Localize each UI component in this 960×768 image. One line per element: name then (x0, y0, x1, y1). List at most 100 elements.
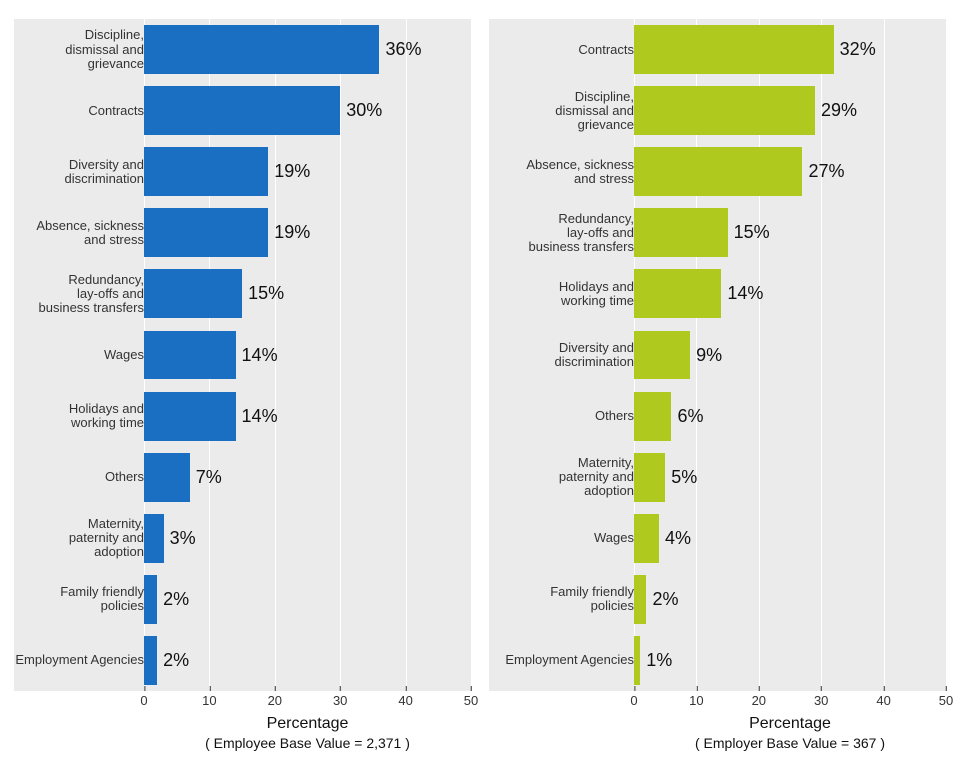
y-tick-label: Family friendly policies (60, 569, 144, 630)
y-tick-label: Holidays and working time (559, 263, 634, 324)
bar (144, 392, 236, 441)
x-tick: 0 (630, 693, 637, 708)
bar (634, 269, 721, 318)
bar (144, 269, 242, 318)
x-tick-label: 50 (464, 693, 478, 708)
bar-value-label: 9% (696, 345, 722, 366)
bar (634, 86, 815, 135)
bar-value-label: 30% (346, 100, 382, 121)
bar-value-label: 2% (163, 589, 189, 610)
bar (634, 208, 728, 257)
bar-row: 7% (144, 447, 471, 508)
x-tick: 30 (333, 693, 347, 708)
bar (144, 636, 157, 685)
charts-container: Discipline, dismissal and grievanceContr… (0, 0, 960, 768)
x-tick-label: 30 (814, 693, 828, 708)
bar-row: 29% (634, 80, 946, 141)
right-x-label: Percentage (481, 715, 954, 733)
y-tick-label: Maternity, paternity and adoption (69, 508, 144, 569)
x-tick-label: 40 (876, 693, 890, 708)
bar-value-label: 7% (196, 467, 222, 488)
y-tick-label: Others (595, 385, 634, 446)
right-y-axis: ContractsDiscipline, dismissal and griev… (489, 19, 634, 691)
bar-row: 15% (144, 263, 471, 324)
x-tick-label: 0 (630, 693, 637, 708)
bar-value-label: 29% (821, 100, 857, 121)
right-plot-area: ContractsDiscipline, dismissal and griev… (489, 19, 946, 691)
y-tick-label: Discipline, dismissal and grievance (555, 80, 634, 141)
y-tick-label: Redundancy, lay-offs and business transf… (529, 202, 635, 263)
bar-row: 1% (634, 630, 946, 691)
x-tick: 10 (202, 693, 216, 708)
bar (144, 575, 157, 624)
bar-value-label: 32% (840, 39, 876, 60)
y-tick-label: Discipline, dismissal and grievance (65, 19, 144, 80)
x-tick-label: 0 (140, 693, 147, 708)
x-tick: 40 (876, 693, 890, 708)
bar-row: 15% (634, 202, 946, 263)
bar-row: 14% (144, 324, 471, 385)
y-tick-label: Diversity and discrimination (555, 324, 634, 385)
y-tick-label: Employment Agencies (505, 630, 634, 691)
right-x-axis: 01020304050 (489, 693, 946, 713)
bar (634, 331, 690, 380)
bar-value-label: 19% (274, 161, 310, 182)
bar-value-label: 14% (727, 283, 763, 304)
bar-value-label: 19% (274, 222, 310, 243)
x-tick: 20 (752, 693, 766, 708)
bar (634, 147, 802, 196)
y-tick-label: Others (105, 447, 144, 508)
bar (144, 514, 164, 563)
right-chart-panel: ContractsDiscipline, dismissal and griev… (480, 10, 955, 758)
bar (144, 208, 268, 257)
x-tick: 0 (140, 693, 147, 708)
bar-row: 19% (144, 141, 471, 202)
x-tick-label: 40 (398, 693, 412, 708)
y-tick-label: Employment Agencies (15, 630, 144, 691)
x-tick: 50 (939, 693, 953, 708)
bar-value-label: 4% (665, 528, 691, 549)
x-tick-label: 10 (202, 693, 216, 708)
bar-row: 2% (634, 569, 946, 630)
bar (144, 453, 190, 502)
bar-row: 6% (634, 386, 946, 447)
left-bars-area: 36%30%19%19%15%14%14%7%3%2%2% (144, 19, 471, 691)
bar-row: 14% (634, 263, 946, 324)
bar-row: 3% (144, 508, 471, 569)
bar-row: 5% (634, 447, 946, 508)
bar (634, 453, 665, 502)
x-tick-label: 10 (689, 693, 703, 708)
bar-row: 9% (634, 324, 946, 385)
bar-row: 2% (144, 569, 471, 630)
x-tick: 50 (464, 693, 478, 708)
bar-value-label: 1% (646, 650, 672, 671)
bar-value-label: 36% (385, 39, 421, 60)
y-tick-label: Redundancy, lay-offs and business transf… (39, 263, 145, 324)
x-tick-label: 20 (752, 693, 766, 708)
x-tick-label: 20 (268, 693, 282, 708)
left-y-axis: Discipline, dismissal and grievanceContr… (14, 19, 144, 691)
x-tick: 10 (689, 693, 703, 708)
bar-value-label: 14% (242, 406, 278, 427)
bar-row: 19% (144, 202, 471, 263)
y-tick-label: Wages (104, 324, 144, 385)
bar-row: 36% (144, 19, 471, 80)
y-tick-label: Maternity, paternity and adoption (559, 447, 634, 508)
bar-row: 32% (634, 19, 946, 80)
bar (144, 25, 379, 74)
bar-row: 30% (144, 80, 471, 141)
bar (144, 86, 340, 135)
bar (634, 636, 640, 685)
bar-row: 4% (634, 508, 946, 569)
bar (634, 25, 834, 74)
bar-row: 27% (634, 141, 946, 202)
x-tick: 30 (814, 693, 828, 708)
x-tick-label: 50 (939, 693, 953, 708)
left-plot-area: Discipline, dismissal and grievanceContr… (14, 19, 471, 691)
left-x-axis: 01020304050 (14, 693, 471, 713)
gridline (946, 19, 947, 691)
bar-value-label: 2% (652, 589, 678, 610)
bar (634, 392, 671, 441)
bar (634, 514, 659, 563)
y-tick-label: Absence, sickness and stress (526, 141, 634, 202)
